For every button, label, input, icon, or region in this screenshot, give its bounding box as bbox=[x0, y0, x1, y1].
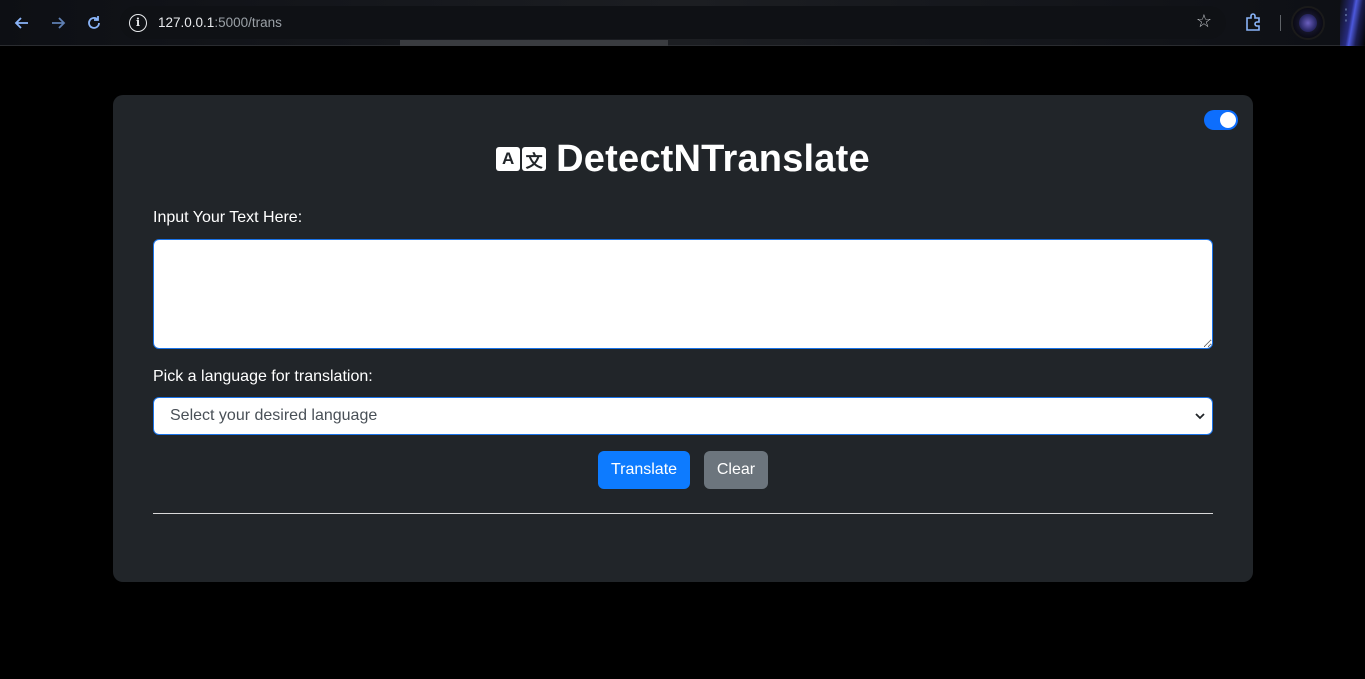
toolbar-divider bbox=[1280, 15, 1281, 31]
language-select[interactable]: Select your desired language bbox=[153, 397, 1213, 435]
input-text-label: Input Your Text Here: bbox=[153, 209, 303, 226]
clear-button[interactable]: Clear bbox=[704, 451, 768, 489]
language-label: Pick a language for translation: bbox=[153, 368, 373, 385]
site-info-icon[interactable]: i bbox=[129, 13, 147, 32]
theme-toggle[interactable] bbox=[1204, 110, 1238, 130]
translate-button[interactable]: Translate bbox=[598, 451, 690, 489]
tab-strip-highlight bbox=[400, 40, 668, 46]
language-select-value: Select your desired language bbox=[170, 407, 378, 424]
browser-menu-icon[interactable]: ⋮ bbox=[1338, 8, 1354, 24]
bookmark-star-icon[interactable]: ☆ bbox=[1196, 11, 1212, 32]
extensions-puzzle-icon[interactable] bbox=[1243, 11, 1265, 33]
browser-toolbar: i 127.0.0.1:5000/trans ☆ ⋮ bbox=[0, 0, 1365, 46]
translate-icon: A 文 bbox=[496, 147, 547, 171]
translator-card: A 文 DetectNTranslate Input Your Text Her… bbox=[113, 95, 1253, 582]
page-header: A 文 DetectNTranslate bbox=[113, 137, 1253, 181]
page-title: DetectNTranslate bbox=[556, 137, 870, 180]
chevron-down-icon bbox=[1195, 413, 1205, 420]
address-bar[interactable]: i 127.0.0.1:5000/trans ☆ bbox=[120, 6, 1226, 39]
output-divider bbox=[153, 513, 1213, 514]
url-path: :5000/trans bbox=[214, 15, 282, 30]
forward-arrow-icon[interactable] bbox=[46, 11, 70, 35]
reload-icon[interactable] bbox=[82, 11, 106, 35]
url-text[interactable]: 127.0.0.1:5000/trans bbox=[158, 15, 282, 30]
toggle-knob bbox=[1220, 112, 1236, 128]
input-text-area[interactable] bbox=[153, 239, 1213, 349]
profile-avatar[interactable] bbox=[1291, 6, 1325, 40]
url-host: 127.0.0.1 bbox=[158, 15, 215, 30]
back-arrow-icon[interactable] bbox=[10, 11, 34, 35]
